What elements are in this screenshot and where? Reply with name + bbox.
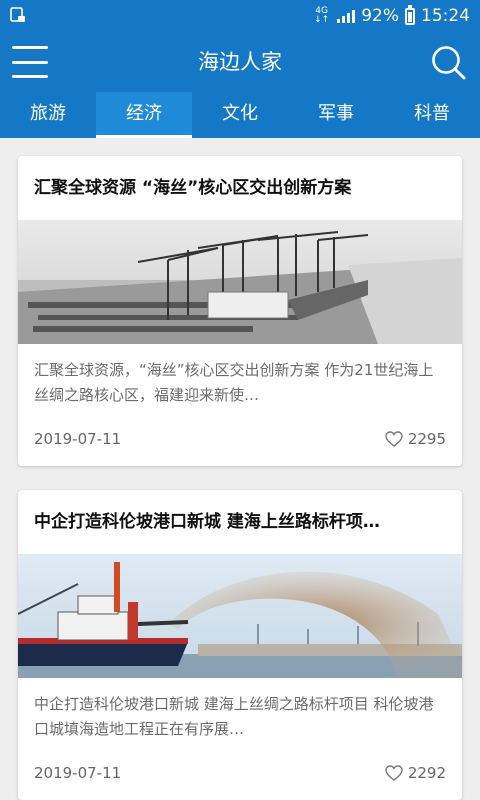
- tab-military[interactable]: 军事: [288, 92, 384, 138]
- tab-economy[interactable]: 经济: [96, 92, 192, 138]
- article-summary: 汇聚全球资源，“海丝”核心区交出创新方案 作为21世纪海上丝绸之路核心区，福建迎…: [34, 361, 434, 404]
- article-title[interactable]: 汇聚全球资源 “海丝”核心区交出创新方案: [18, 156, 462, 220]
- search-icon[interactable]: [430, 44, 466, 80]
- app-bar: 海边人家: [0, 32, 480, 92]
- like-button[interactable]: 2295: [385, 430, 446, 448]
- app-title: 海边人家: [198, 50, 282, 74]
- battery-percent: 92%: [361, 6, 399, 26]
- article-card[interactable]: 汇聚全球资源 “海丝”核心区交出创新方案 汇聚全球资源，“海丝”核心区交出创新方…: [18, 156, 462, 466]
- signal-strength-icon: [337, 9, 356, 23]
- network-type-indicator: 4G ↓↑: [314, 7, 329, 25]
- like-count: 2295: [407, 430, 446, 448]
- tab-culture[interactable]: 文化: [192, 92, 288, 138]
- network-activity-arrows: ↓↑: [314, 15, 330, 25]
- heart-icon: [385, 431, 403, 447]
- article-date: 2019-07-11: [34, 764, 122, 782]
- screen-record-icon: [10, 7, 25, 22]
- status-bar: 4G ↓↑ 92% 15:24: [0, 0, 480, 32]
- article-date: 2019-07-11: [34, 430, 122, 448]
- article-image-port-cranes[interactable]: [18, 220, 462, 344]
- article-footer: 2019-07-11 2292: [18, 748, 462, 798]
- like-count: 2292: [407, 764, 446, 782]
- clock: 15:24: [421, 6, 470, 26]
- category-tabs: 旅游 经济 文化 军事 科普: [0, 92, 480, 138]
- article-image-dredger-ship[interactable]: [18, 554, 462, 678]
- tab-science[interactable]: 科普: [384, 92, 480, 138]
- heart-icon: [385, 765, 403, 781]
- article-footer: 2019-07-11 2295: [18, 414, 462, 464]
- like-button[interactable]: 2292: [385, 764, 446, 782]
- battery-icon: [405, 4, 415, 25]
- tab-travel[interactable]: 旅游: [0, 92, 96, 138]
- article-summary: 中企打造科伦坡港口新城 建海上丝绸之路标杆项目 科伦坡港口城填海造地工程正在有序…: [34, 695, 434, 738]
- article-card[interactable]: 中企打造科伦坡港口新城 建海上丝路标杆项… 中企打造科伦坡港口新城 建海上丝绸之…: [18, 490, 462, 800]
- article-title[interactable]: 中企打造科伦坡港口新城 建海上丝路标杆项…: [18, 490, 462, 554]
